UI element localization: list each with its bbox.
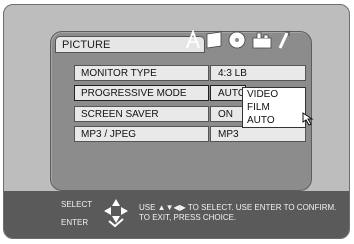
dropdown-option-video[interactable]: VIDEO [243, 88, 305, 101]
setting-label: SCREEN SAVER [74, 106, 209, 122]
tab-picture[interactable]: PICTURE [55, 36, 205, 53]
pointer-cursor-icon [302, 112, 314, 126]
audio-icon[interactable] [185, 30, 201, 50]
direction-pad-icon [104, 199, 128, 228]
help-text-line2: TO EXIT, PRESS CHOICE. [139, 213, 237, 222]
parental-icon[interactable] [251, 30, 273, 50]
display-icon[interactable] [205, 30, 223, 50]
setting-value[interactable]: MP3 [210, 126, 306, 142]
setting-label: MP3 / JPEG [74, 126, 209, 142]
setting-label: PROGRESSIVE MODE [74, 85, 209, 101]
setting-value[interactable]: AUTO [210, 85, 246, 101]
setting-row-mp3-jpeg[interactable]: MP3 / JPEG MP3 [74, 126, 306, 142]
setup-wrench-icon[interactable] [277, 30, 291, 50]
setting-value[interactable]: 4:3 LB [210, 65, 306, 81]
disc-icon[interactable] [227, 30, 247, 50]
setting-label: MONITOR TYPE [74, 65, 209, 81]
dropdown-option-film[interactable]: FILM [243, 101, 305, 114]
help-text-line1: USE ▲▼◀▶ TO SELECT. USE ENTER TO CONFIRM… [139, 203, 337, 212]
select-label: SELECT [61, 200, 93, 209]
osd-screen: PICTURE MONITOR TYPE 4:3 LB PROGRESSIVE … [3, 4, 350, 239]
help-footer: SELECT ENTER USE ▲▼◀▶ TO SELECT. USE ENT… [4, 191, 349, 238]
setting-row-monitor-type[interactable]: MONITOR TYPE 4:3 LB [74, 65, 306, 81]
dropdown-option-auto[interactable]: AUTO [243, 114, 305, 127]
tab-picture-label: PICTURE [62, 39, 111, 51]
enter-label: ENTER [61, 218, 89, 227]
progressive-mode-dropdown[interactable]: VIDEO FILM AUTO [242, 87, 306, 128]
